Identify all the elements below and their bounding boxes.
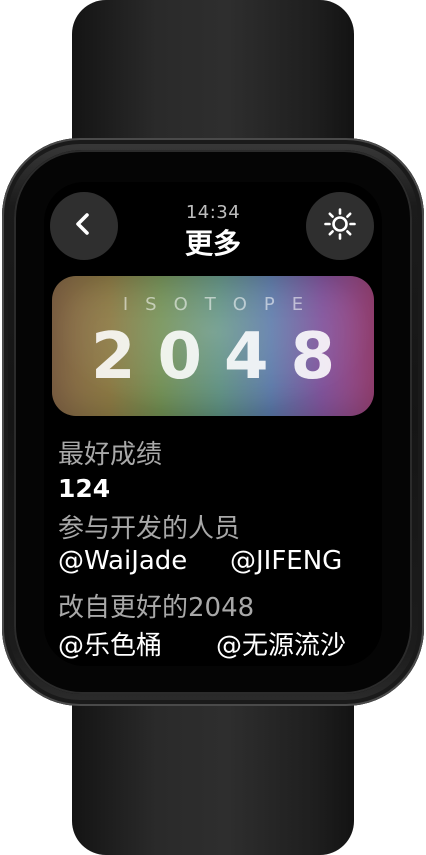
banner-number: 2048 (90, 320, 358, 394)
brightness-button[interactable] (306, 192, 374, 260)
developer-credit: @JIFENG (230, 546, 343, 576)
developers-label: 参与开发的人员 (58, 514, 241, 544)
best-score-value: 124 (58, 474, 111, 503)
developer-credit: @WaiJade (58, 546, 188, 576)
game-logo-banner: ISOTOPE 2048 (52, 276, 374, 416)
watch-screen: 14:34 更多 ISOTOPE 2048 最好成绩 124 参与开发的人员 @… (44, 182, 382, 666)
best-score-label: 最好成绩 (58, 440, 163, 470)
based-on-label: 改自更好的2048 (58, 593, 255, 623)
original-author-credit: @乐色桶 (58, 631, 163, 661)
sun-icon (323, 207, 357, 245)
original-author-credit: @无源流沙 (216, 631, 347, 661)
watch-mockup: 14:34 更多 ISOTOPE 2048 最好成绩 124 参与开发的人员 @… (0, 0, 426, 855)
banner-label: ISOTOPE (122, 294, 321, 315)
